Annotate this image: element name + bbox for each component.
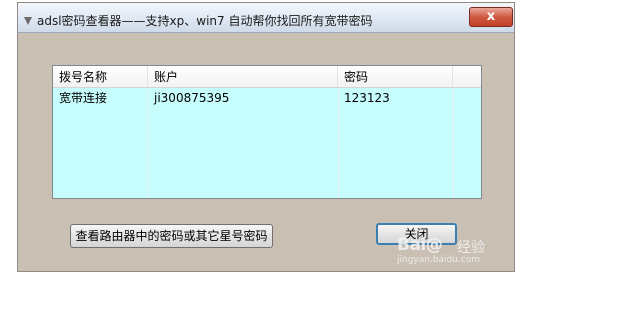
app-window: adsl密码查看器——支持xp、win7 自动帮你找回所有宽带密码 x 拨号名称… <box>17 2 515 272</box>
password-list[interactable]: 拨号名称 账户 密码 宽带连接 ji300875395 123123 <box>52 65 482 199</box>
cell-dial-name: 宽带连接 <box>59 91 108 105</box>
column-header-password[interactable]: 密码 <box>338 66 453 87</box>
watermark-logo: Bai@ <box>397 235 443 255</box>
column-header-filler <box>453 66 481 87</box>
list-item[interactable]: 宽带连接 ji300875395 123123 <box>53 88 481 108</box>
close-window-button[interactable]: x <box>469 7 513 27</box>
close-icon: x <box>486 9 496 24</box>
column-header-account[interactable]: 账户 <box>148 66 338 87</box>
cell-account: ji300875395 <box>154 91 230 105</box>
column-header-dial-name[interactable]: 拨号名称 <box>53 66 148 87</box>
view-router-password-button[interactable]: 查看路由器中的密码或其它星号密码 <box>70 224 273 248</box>
app-icon <box>24 17 32 25</box>
window-title: adsl密码查看器——支持xp、win7 自动帮你找回所有宽带密码 <box>37 14 373 28</box>
watermark-url: jingyan.baidu.com <box>397 255 481 265</box>
title-bar[interactable]: adsl密码查看器——支持xp、win7 自动帮你找回所有宽带密码 x <box>18 3 514 33</box>
cell-password: 123123 <box>344 91 390 105</box>
list-header: 拨号名称 账户 密码 <box>53 66 481 88</box>
watermark-sub: 经验 <box>457 240 485 256</box>
baidu-watermark: Bai@ 经验 jingyan.baidu.com <box>397 235 485 265</box>
